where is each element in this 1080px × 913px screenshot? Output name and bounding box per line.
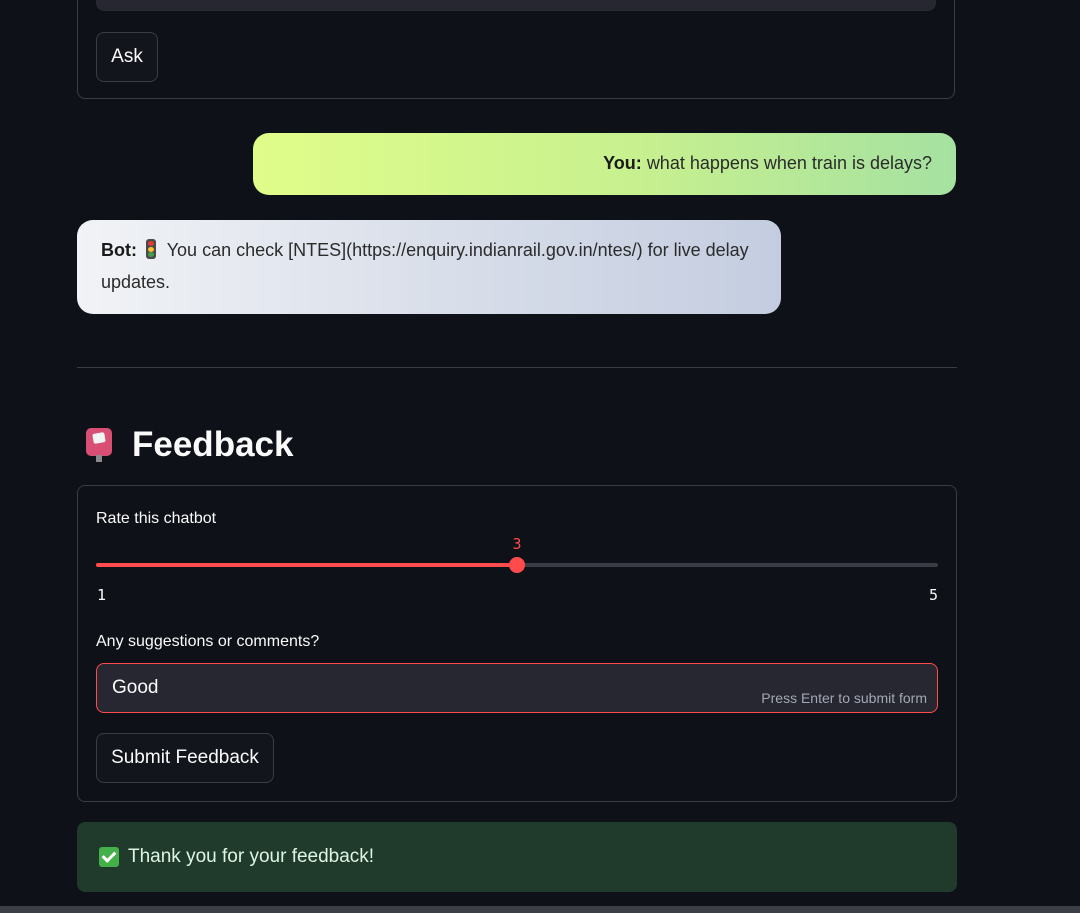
bot-message: Bot: You can check [NTES](https://enquir…	[77, 220, 781, 314]
success-text: Thank you for your feedback!	[128, 846, 375, 867]
comment-input[interactable]	[97, 664, 767, 712]
submit-feedback-button[interactable]: Submit Feedback	[96, 733, 274, 783]
rating-slider[interactable]	[96, 557, 938, 573]
question-form: Ask	[77, 0, 955, 99]
rating-value: 3	[512, 535, 522, 553]
divider	[77, 367, 957, 368]
traffic-light-icon	[146, 239, 156, 259]
user-message: You: what happens when train is delays?	[253, 133, 956, 195]
check-mark-icon	[99, 847, 119, 867]
user-message-prefix: You:	[603, 153, 642, 173]
comment-field[interactable]: Press Enter to submit form	[96, 663, 938, 713]
rating-label: Rate this chatbot	[96, 510, 217, 527]
horizontal-scrollbar[interactable]	[0, 906, 1080, 913]
feedback-form: Rate this chatbot 3 1 5 Any suggestions …	[77, 485, 957, 802]
rating-max-label: 5	[928, 586, 938, 604]
rating-slider-fill	[96, 563, 517, 567]
bot-message-prefix: Bot:	[101, 240, 137, 260]
user-message-text: what happens when train is delays?	[646, 153, 932, 173]
question-input[interactable]	[96, 0, 936, 11]
ask-button[interactable]: Ask	[96, 32, 158, 82]
feedback-title: Feedback	[132, 425, 294, 464]
rating-slider-thumb[interactable]	[509, 557, 525, 573]
submit-hint: Press Enter to submit form	[761, 690, 927, 706]
postbox-icon	[86, 428, 112, 462]
success-alert: Thank you for your feedback!	[77, 822, 957, 892]
rating-min-label: 1	[97, 586, 107, 604]
comment-label: Any suggestions or comments?	[96, 633, 320, 650]
feedback-heading: Feedback	[86, 420, 293, 470]
page: Ask You: what happens when train is dela…	[0, 0, 1080, 913]
bot-message-text: You can check [NTES](https://enquiry.ind…	[101, 240, 749, 292]
